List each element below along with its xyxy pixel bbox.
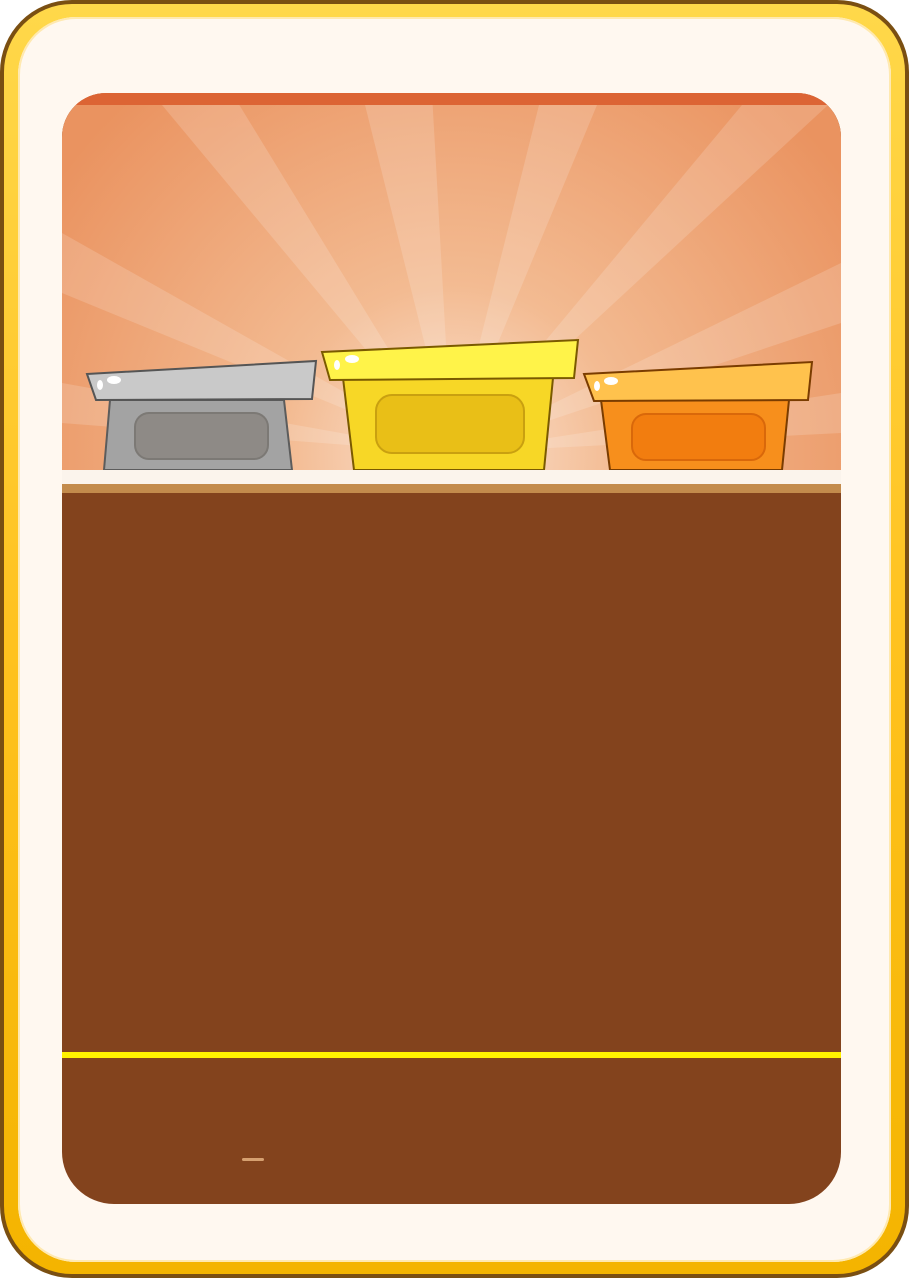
silver-podium-icon (85, 359, 318, 470)
shelf-divider-shadow (62, 484, 841, 493)
yellow-separator-line (62, 1052, 841, 1058)
content-panel (62, 93, 841, 1204)
sky-top-edge (62, 93, 841, 105)
gold-podium-icon (320, 338, 580, 470)
sunburst-background (62, 93, 841, 470)
bronze-podium-icon (582, 360, 814, 470)
decorative-speck (242, 1158, 264, 1161)
shelf-divider (62, 470, 841, 484)
